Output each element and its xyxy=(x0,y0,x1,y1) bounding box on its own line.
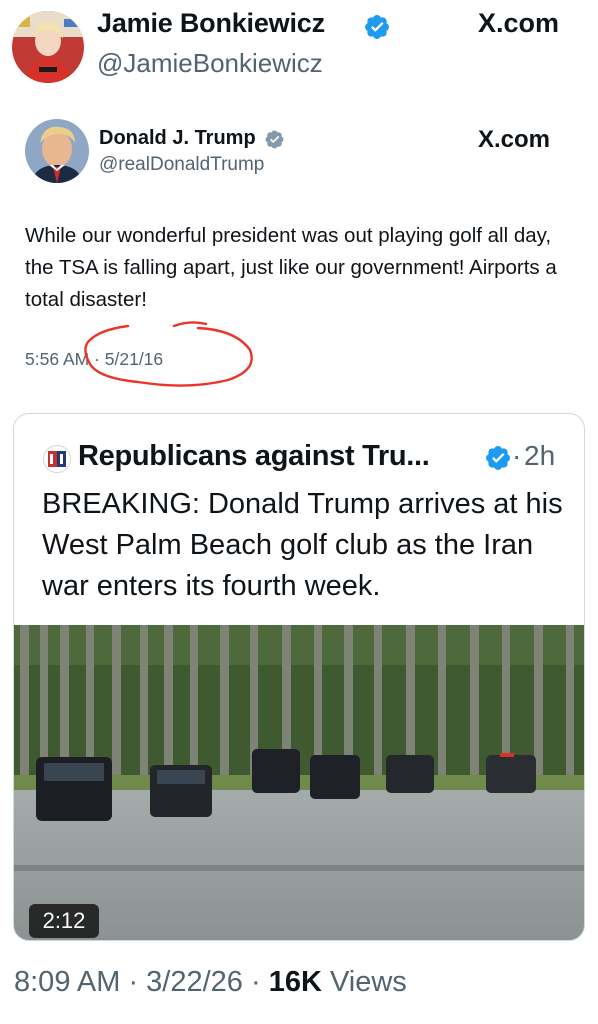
avatar[interactable] xyxy=(25,119,89,183)
avatar[interactable] xyxy=(12,11,84,83)
verified-badge-icon xyxy=(265,130,284,149)
post-header: Jamie Bonkiewicz @JamieBonkiewicz X.com xyxy=(0,0,598,90)
source-label: X.com xyxy=(478,126,551,153)
quoted-post-card[interactable]: Republicans against Tru... · 2h BREAKING… xyxy=(13,413,585,941)
display-name[interactable]: Jamie Bonkiewicz xyxy=(97,8,325,39)
verified-badge-icon xyxy=(486,446,510,470)
username[interactable]: @realDonaldTrump xyxy=(99,154,264,176)
display-name[interactable]: Donald J. Trump xyxy=(99,127,256,150)
post-text: BREAKING: Donald Trump arrives at his We… xyxy=(42,488,563,602)
hand-drawn-circle-annotation xyxy=(84,321,253,387)
post-meta: 8:09 AM · 3/22/26 · 16K Views xyxy=(14,966,407,999)
verified-badge-icon xyxy=(365,15,389,39)
post-time[interactable]: 2h xyxy=(524,440,555,472)
video-thumbnail[interactable]: 2:12 xyxy=(14,625,584,940)
video-duration-badge: 2:12 xyxy=(29,904,99,938)
views-count[interactable]: 16K xyxy=(269,966,322,998)
post-timestamp[interactable]: 8:09 AM · 3/22/26 · xyxy=(14,966,269,998)
username[interactable]: @JamieBonkiewicz xyxy=(97,48,323,79)
tweet-text: While our wonderful president was out pl… xyxy=(25,224,557,311)
separator-dot: · xyxy=(512,440,522,471)
views-label: Views xyxy=(321,966,407,998)
display-name[interactable]: Republicans against Tru... xyxy=(78,440,430,473)
embedded-old-tweet: Donald J. Trump @realDonaldTrump X.com W… xyxy=(0,100,598,400)
rb-logo-icon xyxy=(43,445,71,473)
motorcade-scene-image xyxy=(14,625,584,940)
source-label: X.com xyxy=(478,8,560,38)
